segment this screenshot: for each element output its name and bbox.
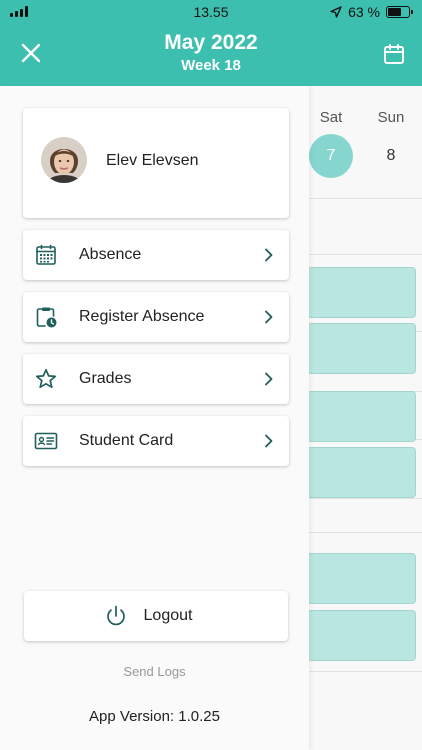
status-right: 63 %	[330, 4, 413, 20]
page-subtitle: Week 18	[181, 57, 241, 74]
grid-line	[309, 532, 422, 533]
day-header-sat: Sat	[319, 109, 343, 126]
battery-icon	[386, 6, 413, 18]
menu-item-grades[interactable]: Grades	[23, 354, 289, 404]
grid-line	[309, 198, 422, 199]
day-number-selected[interactable]: 7	[309, 134, 353, 178]
page-title: May 2022	[164, 31, 258, 54]
chevron-right-icon	[265, 434, 273, 448]
calendar-event[interactable]	[307, 267, 416, 318]
calendar-event[interactable]	[307, 323, 416, 374]
grid-line	[309, 671, 422, 672]
chevron-right-icon	[265, 372, 273, 386]
day-number[interactable]: 8	[369, 134, 413, 178]
calendar-event[interactable]	[307, 553, 416, 604]
menu-item-label: Register Absence	[79, 308, 205, 325]
status-bar: 13.55 63 %	[0, 0, 422, 24]
power-icon	[106, 605, 125, 626]
app-version: App Version: 1.0.25	[89, 708, 220, 725]
logout-button[interactable]: Logout	[24, 591, 288, 641]
send-logs-link[interactable]: Send Logs	[0, 664, 309, 679]
app-header: 13.55 63 % May 2022 Week 18	[0, 0, 422, 86]
grid-line	[309, 498, 422, 499]
grid-line	[309, 254, 422, 255]
header-title-block: May 2022 Week 18	[0, 31, 422, 74]
star-icon	[35, 368, 57, 389]
calendar-event[interactable]	[307, 447, 416, 498]
menu-item-label: Absence	[79, 246, 142, 263]
clipboard-clock-icon	[36, 307, 57, 328]
logout-label: Logout	[143, 607, 193, 624]
week-calendar: Sat Sun 7 8	[307, 86, 422, 750]
calendar-event[interactable]	[307, 610, 416, 661]
calendar-icon[interactable]	[382, 42, 406, 66]
battery-level	[388, 8, 401, 16]
chevron-right-icon	[265, 310, 273, 324]
calendar-event[interactable]	[307, 391, 416, 442]
chevron-right-icon	[265, 248, 273, 262]
menu-item-label: Student Card	[79, 432, 174, 449]
menu-item-label: Grades	[79, 370, 132, 387]
menu-item-absence[interactable]: Absence	[23, 230, 289, 280]
avatar	[41, 137, 87, 183]
menu-item-register-absence[interactable]: Register Absence	[23, 292, 289, 342]
calendar-grid-icon	[36, 244, 56, 265]
battery-percentage: 63 %	[348, 4, 380, 20]
profile-card[interactable]: Elev Elevsen	[23, 108, 289, 218]
id-card-icon	[34, 432, 58, 450]
location-arrow-icon	[330, 6, 342, 18]
menu-item-student-card[interactable]: Student Card	[23, 416, 289, 466]
profile-name: Elev Elevsen	[106, 152, 199, 169]
side-drawer: Elev Elevsen Absence Register Absence Gr…	[0, 86, 309, 750]
day-header-sun: Sun	[377, 109, 405, 126]
